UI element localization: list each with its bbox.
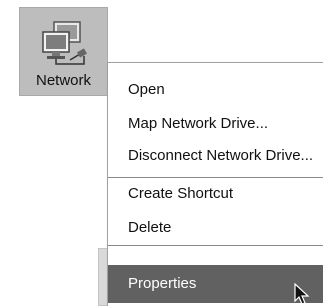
menu-item-create-shortcut[interactable]: Create Shortcut bbox=[108, 178, 323, 210]
network-desktop-icon[interactable]: Network bbox=[19, 7, 108, 96]
context-menu: Open Map Network Drive... Disconnect Net… bbox=[107, 62, 323, 306]
menu-item-open[interactable]: Open bbox=[108, 74, 323, 106]
network-computers-icon bbox=[42, 21, 87, 65]
menu-item-disconnect-network-drive[interactable]: Disconnect Network Drive... bbox=[108, 140, 323, 172]
desktop: Network Open Map Network Drive... Discon… bbox=[0, 0, 323, 306]
network-icon-label: Network bbox=[35, 72, 91, 89]
menu-item-delete[interactable]: Delete bbox=[108, 212, 323, 244]
arrow-pointer-icon bbox=[294, 283, 310, 305]
menu-item-properties[interactable]: Properties bbox=[108, 265, 323, 303]
menu-item-map-network-drive[interactable]: Map Network Drive... bbox=[108, 108, 323, 140]
menu-separator bbox=[108, 245, 323, 246]
